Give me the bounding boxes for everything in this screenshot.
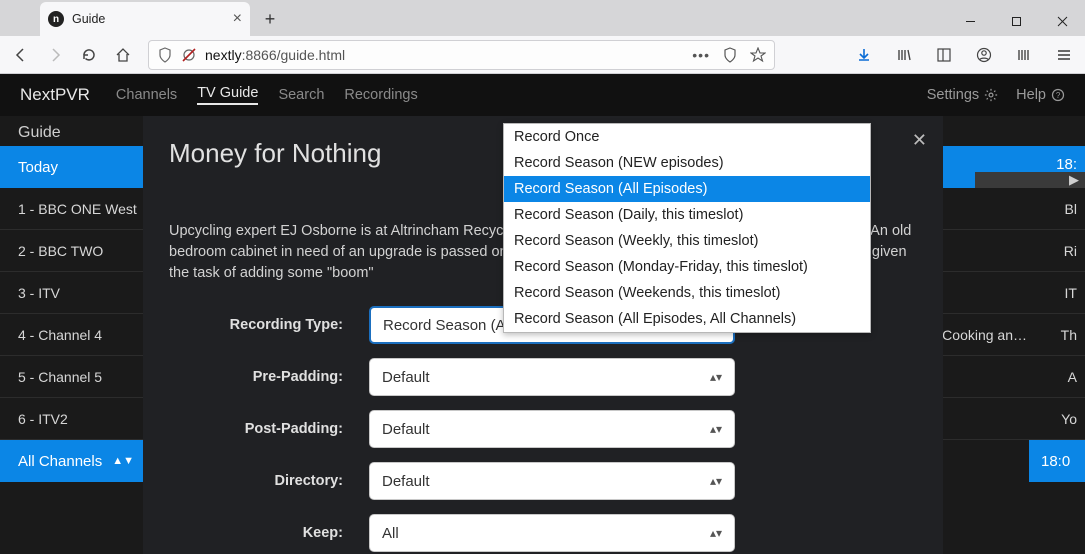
- directory-select[interactable]: Default ▴▾: [369, 462, 735, 500]
- window-titlebar: n Guide × +: [0, 0, 1085, 36]
- channel-row[interactable]: 1 - BBC ONE West: [0, 188, 148, 230]
- tab-title: Guide: [72, 12, 105, 26]
- recording-type-option[interactable]: Record Season (All Episodes, All Channel…: [504, 306, 870, 332]
- window-close-button[interactable]: [1039, 6, 1085, 36]
- channel-row[interactable]: 6 - ITV2: [0, 398, 148, 440]
- post-padding-select[interactable]: Default ▴▾: [369, 410, 735, 448]
- account-icon[interactable]: [969, 40, 999, 70]
- page-actions-icon[interactable]: •••: [692, 47, 710, 63]
- nav-help[interactable]: Help ?: [1016, 87, 1065, 103]
- hamburger-menu-icon[interactable]: [1049, 40, 1079, 70]
- forward-button[interactable]: [40, 40, 70, 70]
- browser-toolbar: nextly:8866/guide.html •••: [0, 36, 1085, 74]
- app-navbar: NextPVR Channels TV Guide Search Recordi…: [0, 74, 1085, 116]
- nav-recordings[interactable]: Recordings: [344, 87, 417, 103]
- shield-icon[interactable]: [157, 47, 173, 63]
- channel-row[interactable]: 2 - BBC TWO: [0, 230, 148, 272]
- app-brand: NextPVR: [20, 85, 90, 105]
- recording-type-option[interactable]: Record Season (NEW episodes): [504, 150, 870, 176]
- label-pre-padding: Pre-Padding:: [169, 369, 369, 385]
- bookmark-star-icon[interactable]: [750, 47, 766, 63]
- recording-modal: ✕ Money for Nothing Upcycling expert EJ …: [143, 116, 943, 554]
- all-channels-dropdown[interactable]: All Channels ▲▼: [0, 440, 148, 482]
- back-button[interactable]: [6, 40, 36, 70]
- label-post-padding: Post-Padding:: [169, 421, 369, 437]
- svg-text:?: ?: [1056, 91, 1061, 100]
- downloads-icon[interactable]: [849, 40, 879, 70]
- channel-row[interactable]: 5 - Channel 5: [0, 356, 148, 398]
- favicon-icon: n: [48, 11, 64, 27]
- recording-type-options: Record OnceRecord Season (NEW episodes)R…: [503, 123, 871, 333]
- window-controls: [947, 6, 1085, 36]
- nav-search[interactable]: Search: [278, 87, 324, 103]
- library-icon[interactable]: [889, 40, 919, 70]
- browser-tab[interactable]: n Guide ×: [40, 2, 250, 36]
- address-bar[interactable]: nextly:8866/guide.html •••: [148, 40, 775, 70]
- channel-row[interactable]: 4 - Channel 4: [0, 314, 148, 356]
- label-recording-type: Recording Type:: [169, 317, 369, 333]
- help-icon: ?: [1051, 88, 1065, 102]
- recording-type-option[interactable]: Record Season (All Episodes): [504, 176, 870, 202]
- recording-type-option[interactable]: Record Season (Weekends, this timeslot): [504, 280, 870, 306]
- recording-type-option[interactable]: Record Once: [504, 124, 870, 150]
- app-root: NextPVR Channels TV Guide Search Recordi…: [0, 74, 1085, 554]
- gear-icon: [984, 88, 998, 102]
- close-icon[interactable]: ✕: [912, 130, 927, 151]
- chevron-sort-icon: ▴▾: [710, 370, 722, 384]
- window-minimize-button[interactable]: [947, 6, 993, 36]
- reader-shield-icon[interactable]: [722, 47, 738, 63]
- home-button[interactable]: [108, 40, 138, 70]
- reload-button[interactable]: [74, 40, 104, 70]
- recording-type-option[interactable]: Record Season (Monday-Friday, this times…: [504, 254, 870, 280]
- sidebar-icon[interactable]: [929, 40, 959, 70]
- channel-row[interactable]: 3 - ITV: [0, 272, 148, 314]
- new-tab-button[interactable]: +: [256, 5, 284, 33]
- overflow-icon[interactable]: [1009, 40, 1039, 70]
- time-footer: 18:0: [1029, 440, 1085, 482]
- nav-tv-guide[interactable]: TV Guide: [197, 85, 258, 105]
- caret-sort-icon: ▲▼: [112, 455, 134, 467]
- recording-type-option[interactable]: Record Season (Weekly, this timeslot): [504, 228, 870, 254]
- window-maximize-button[interactable]: [993, 6, 1039, 36]
- nav-settings[interactable]: Settings: [927, 87, 998, 103]
- chevron-sort-icon: ▴▾: [710, 474, 722, 488]
- date-header[interactable]: Today: [0, 146, 148, 188]
- tracking-off-icon[interactable]: [181, 47, 197, 63]
- chevron-sort-icon: ▴▾: [710, 526, 722, 540]
- keep-select[interactable]: All ▴▾: [369, 514, 735, 552]
- recording-type-option[interactable]: Record Season (Daily, this timeslot): [504, 202, 870, 228]
- scroll-right-icon[interactable]: ▶: [975, 172, 1085, 188]
- label-keep: Keep:: [169, 525, 369, 541]
- nav-channels[interactable]: Channels: [116, 87, 177, 103]
- chevron-sort-icon: ▴▾: [710, 422, 722, 436]
- pre-padding-select[interactable]: Default ▴▾: [369, 358, 735, 396]
- url-text: nextly:8866/guide.html: [205, 47, 345, 63]
- label-directory: Directory:: [169, 473, 369, 489]
- tab-close-icon[interactable]: ×: [233, 11, 242, 27]
